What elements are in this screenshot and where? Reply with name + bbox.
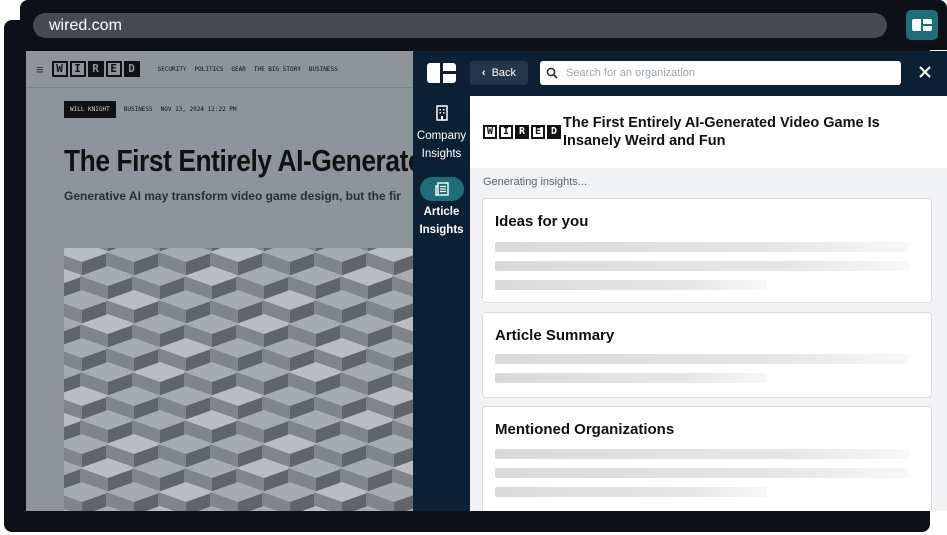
logo-letter: I (499, 125, 513, 139)
logo-letter: R (515, 125, 529, 139)
card-title: Ideas for you (495, 213, 589, 230)
site-navbar: ≡ W I R E D SECURITY POLITICS GEAR THE B… (26, 51, 413, 88)
insights-panel: ‹ Back Company Insights (413, 51, 947, 511)
status-text: Generating insights... (483, 176, 587, 188)
card-title: Mentioned Organizations (495, 421, 675, 438)
site-logo[interactable]: W I R E D (51, 61, 140, 77)
nav-link[interactable]: BUSINESS (309, 66, 338, 73)
extension-logo-icon (912, 19, 932, 31)
skeleton-line (495, 261, 909, 271)
publish-date: NOV 13, 2024 12:22 PM (160, 106, 237, 113)
article-headline: The First Entirely AI-Generate (64, 143, 413, 178)
skeleton-line (495, 242, 909, 252)
address-bar[interactable]: wired.com (33, 13, 887, 38)
hero-image (64, 248, 413, 511)
logo-letter: D (123, 61, 140, 77)
organizations-card: Mentioned Organizations (482, 406, 932, 511)
skeleton-line (495, 280, 767, 290)
insights-content: Generating insights... Ideas for you Art… (470, 168, 947, 511)
search-input[interactable] (564, 66, 888, 80)
sidebar-item-company-insights[interactable]: Company Insights (413, 101, 470, 163)
hamburger-icon[interactable]: ≡ (36, 62, 44, 77)
article-icon (434, 182, 449, 196)
publisher-logo: W I R E D (483, 125, 561, 139)
ideas-card: Ideas for you (482, 198, 932, 303)
panel-logo-icon (427, 63, 456, 83)
nav-link[interactable]: POLITICS (195, 66, 224, 73)
chevron-left-icon: ‹ (481, 67, 486, 79)
article-dek: Generative AI may transform video game d… (64, 189, 401, 203)
nav-link[interactable]: GEAR (231, 66, 245, 73)
building-icon (435, 105, 448, 121)
section-label[interactable]: BUSINESS (124, 106, 153, 113)
logo-letter: E (531, 125, 545, 139)
back-button[interactable]: ‹ Back (470, 61, 528, 85)
back-label: Back (491, 67, 517, 79)
logo-letter: W (51, 61, 68, 77)
skeleton-line (495, 373, 767, 383)
search-icon (546, 67, 558, 79)
nav-link[interactable]: SECURITY (158, 66, 187, 73)
sidebar-item-article-insights[interactable]: Article Insights (413, 177, 470, 239)
skeleton-line (495, 487, 767, 497)
logo-letter: D (547, 125, 561, 139)
extension-button[interactable] (906, 10, 938, 40)
article-header: W I R E D The First Entirely AI-Generate… (470, 96, 947, 168)
website-viewport: ≡ W I R E D SECURITY POLITICS GEAR THE B… (26, 51, 413, 511)
article-byline: WILL KNIGHT BUSINESS NOV 13, 2024 12:22 … (64, 101, 237, 118)
article-title: The First Entirely AI-Generated Video Ga… (563, 115, 880, 149)
skeleton-line (495, 449, 909, 459)
skeleton-line (495, 354, 909, 364)
logo-letter: W (483, 125, 497, 139)
author-tag[interactable]: WILL KNIGHT (64, 101, 116, 118)
card-title: Article Summary (495, 327, 615, 344)
organization-search[interactable] (540, 61, 901, 85)
logo-letter: R (87, 61, 104, 77)
sidebar-item-label: Company Insights (416, 130, 467, 160)
site-nav-links: SECURITY POLITICS GEAR THE BIG STORY BUS… (158, 66, 338, 73)
sidebar-item-label: Article Insights (419, 206, 464, 236)
close-icon[interactable] (915, 62, 935, 84)
skeleton-line (495, 468, 909, 478)
logo-letter: I (69, 61, 86, 77)
nav-link[interactable]: THE BIG STORY (254, 66, 301, 73)
logo-letter: E (105, 61, 122, 77)
summary-card: Article Summary (482, 312, 932, 398)
